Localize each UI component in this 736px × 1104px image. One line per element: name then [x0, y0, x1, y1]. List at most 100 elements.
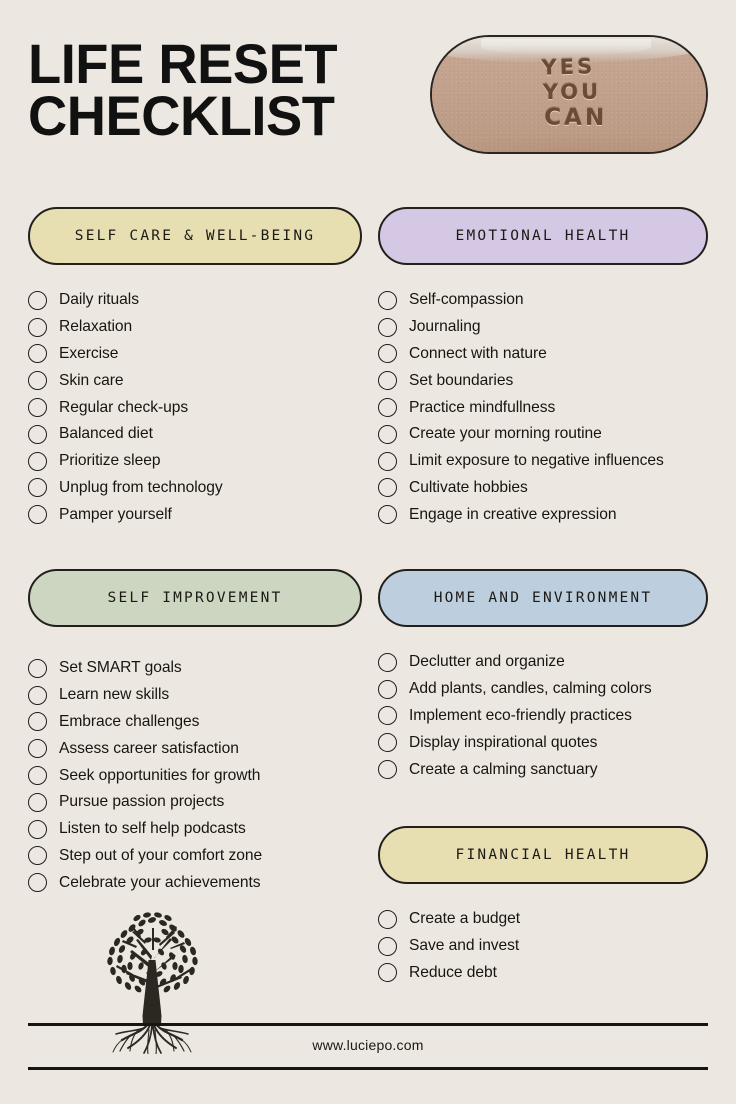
list-item[interactable]: Unplug from technology: [28, 475, 364, 502]
checkbox-circle-icon[interactable]: [378, 317, 397, 337]
list-item[interactable]: Assess career satisfaction: [28, 735, 364, 762]
list-item[interactable]: Save and invest: [378, 933, 718, 960]
checkbox-circle-icon[interactable]: [28, 766, 47, 786]
page-title-line-1: LIFE RESET: [28, 32, 338, 95]
list-item[interactable]: Step out of your comfort zone: [28, 843, 364, 870]
checkbox-circle-icon[interactable]: [378, 478, 397, 498]
checkbox-circle-icon[interactable]: [378, 371, 397, 391]
checkbox-circle-icon[interactable]: [28, 290, 47, 310]
checkbox-circle-icon[interactable]: [28, 712, 47, 732]
checkbox-circle-icon[interactable]: [378, 398, 397, 418]
list-item[interactable]: Embrace challenges: [28, 709, 364, 736]
hero-sand-photo: YES YOU CAN: [430, 35, 708, 154]
list-item[interactable]: Pamper yourself: [28, 501, 364, 528]
list-item[interactable]: Seek opportunities for growth: [28, 762, 364, 789]
list-item-label: Self-compassion: [409, 291, 524, 309]
list-item-label: Limit exposure to negative influences: [409, 452, 664, 470]
checkbox-circle-icon[interactable]: [378, 679, 397, 699]
checkbox-circle-icon[interactable]: [28, 658, 47, 678]
checkbox-circle-icon[interactable]: [28, 792, 47, 812]
checklist-home-and-environment: Declutter and organize Add plants, candl…: [378, 649, 718, 783]
list-item-label: Declutter and organize: [409, 653, 565, 671]
tree-illustration: [86, 904, 218, 1055]
list-item[interactable]: Daily rituals: [28, 287, 364, 314]
checkbox-circle-icon[interactable]: [378, 290, 397, 310]
checkbox-circle-icon[interactable]: [28, 451, 47, 471]
list-item[interactable]: Limit exposure to negative influences: [378, 448, 718, 475]
checkbox-circle-icon[interactable]: [378, 424, 397, 444]
checkbox-circle-icon[interactable]: [28, 398, 47, 418]
checkbox-circle-icon[interactable]: [378, 936, 397, 956]
checkbox-circle-icon[interactable]: [378, 652, 397, 672]
list-item-label: Seek opportunities for growth: [59, 766, 261, 784]
list-item[interactable]: Set boundaries: [378, 367, 718, 394]
list-item-label: Prioritize sleep: [59, 452, 161, 470]
checkbox-circle-icon[interactable]: [28, 478, 47, 498]
checkbox-circle-icon[interactable]: [28, 873, 47, 893]
list-item[interactable]: Practice mindfullness: [378, 394, 718, 421]
list-item-label: Set boundaries: [409, 371, 514, 389]
list-item[interactable]: Engage in creative expression: [378, 501, 718, 528]
section-title-label: SELF CARE & WELL-BEING: [74, 228, 316, 244]
list-item[interactable]: Learn new skills: [28, 682, 364, 709]
checkbox-circle-icon[interactable]: [378, 505, 397, 525]
section-header-self-care-well-being[interactable]: SELF CARE & WELL-BEING: [28, 207, 362, 265]
sand-word-2: YOU: [542, 79, 602, 104]
list-item[interactable]: Self-compassion: [378, 287, 718, 314]
checkbox-circle-icon[interactable]: [28, 739, 47, 759]
checkbox-circle-icon[interactable]: [28, 846, 47, 866]
list-item-label: Daily rituals: [59, 291, 139, 309]
list-item[interactable]: Regular check-ups: [28, 394, 364, 421]
checkbox-circle-icon[interactable]: [378, 344, 397, 364]
checkbox-circle-icon[interactable]: [28, 424, 47, 444]
checkbox-circle-icon[interactable]: [378, 963, 397, 983]
list-item[interactable]: Celebrate your achievements: [28, 869, 364, 896]
checkbox-circle-icon[interactable]: [378, 733, 397, 753]
checkbox-circle-icon[interactable]: [28, 685, 47, 705]
checkbox-circle-icon[interactable]: [28, 819, 47, 839]
checkbox-circle-icon[interactable]: [378, 451, 397, 471]
checkbox-circle-icon[interactable]: [28, 505, 47, 525]
list-item[interactable]: Create your morning routine: [378, 421, 718, 448]
sand-word-3: CAN: [544, 104, 608, 131]
list-item[interactable]: Reduce debt: [378, 960, 718, 987]
checklist-self-improvement: Set SMART goals Learn new skills Embrace…: [28, 655, 364, 896]
checkbox-circle-icon[interactable]: [378, 706, 397, 726]
list-item-label: Implement eco-friendly practices: [409, 706, 632, 724]
list-item[interactable]: Balanced diet: [28, 421, 364, 448]
checkbox-circle-icon[interactable]: [378, 760, 397, 780]
list-item[interactable]: Journaling: [378, 314, 718, 341]
list-item[interactable]: Listen to self help podcasts: [28, 816, 364, 843]
checkbox-circle-icon[interactable]: [378, 909, 397, 929]
list-item[interactable]: Exercise: [28, 341, 364, 368]
section-header-self-improvement[interactable]: SELF IMPROVEMENT: [28, 569, 362, 627]
section-title-label: FINANCIAL HEALTH: [455, 847, 631, 863]
list-item[interactable]: Add plants, candles, calming colors: [378, 676, 718, 703]
page-title: LIFE RESET CHECKLIST: [28, 32, 406, 143]
list-item-label: Skin care: [59, 371, 124, 389]
checkbox-circle-icon[interactable]: [28, 317, 47, 337]
list-item-label: Set SMART goals: [59, 659, 182, 677]
list-item[interactable]: Cultivate hobbies: [378, 475, 718, 502]
section-header-financial-health[interactable]: FINANCIAL HEALTH: [378, 826, 708, 884]
list-item[interactable]: Prioritize sleep: [28, 448, 364, 475]
list-item[interactable]: Declutter and organize: [378, 649, 718, 676]
list-item-label: Exercise: [59, 344, 119, 362]
checkbox-circle-icon[interactable]: [28, 371, 47, 391]
list-item[interactable]: Create a budget: [378, 906, 718, 933]
list-item[interactable]: Relaxation: [28, 314, 364, 341]
section-header-emotional-health[interactable]: EMOTIONAL HEALTH: [378, 207, 708, 265]
checklist-self-care-well-being: Daily rituals Relaxation Exercise Skin c…: [28, 287, 364, 528]
list-item[interactable]: Create a calming sanctuary: [378, 756, 718, 783]
footer-website-url[interactable]: www.luciepo.com: [0, 1037, 736, 1053]
list-item[interactable]: Display inspirational quotes: [378, 729, 718, 756]
list-item-label: Reduce debt: [409, 963, 497, 981]
list-item-label: Cultivate hobbies: [409, 478, 528, 496]
list-item[interactable]: Connect with nature: [378, 341, 718, 368]
list-item[interactable]: Pursue passion projects: [28, 789, 364, 816]
list-item[interactable]: Implement eco-friendly practices: [378, 703, 718, 730]
checkbox-circle-icon[interactable]: [28, 344, 47, 364]
list-item[interactable]: Skin care: [28, 367, 364, 394]
list-item[interactable]: Set SMART goals: [28, 655, 364, 682]
section-header-home-and-environment[interactable]: HOME AND ENVIRONMENT: [378, 569, 708, 627]
